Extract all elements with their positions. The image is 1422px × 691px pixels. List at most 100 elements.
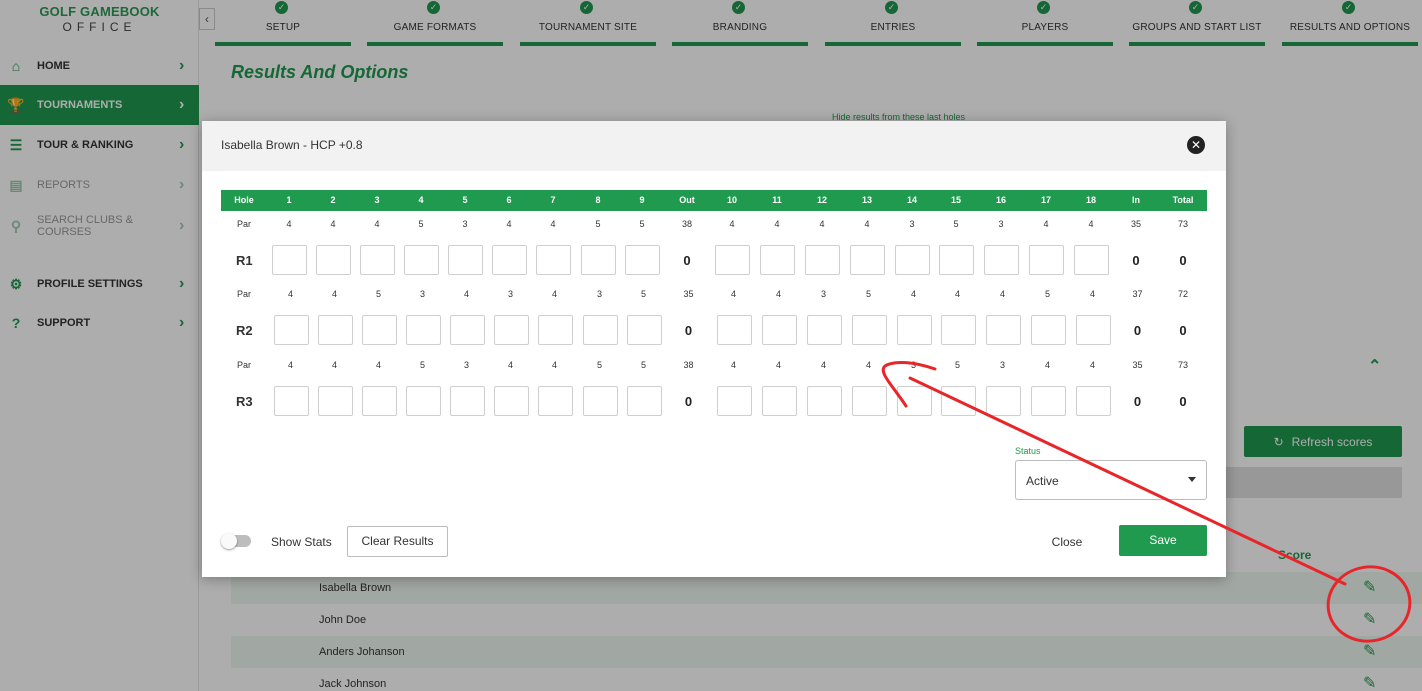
score-input-hole-13[interactable] bbox=[851, 386, 887, 416]
par-value: 4 bbox=[730, 360, 736, 370]
score-input-hole-10[interactable] bbox=[716, 315, 752, 345]
score-input-hole-9[interactable] bbox=[626, 386, 662, 416]
score-input-hole-5[interactable] bbox=[449, 386, 485, 416]
score-input-hole-18[interactable] bbox=[1074, 245, 1109, 275]
score-input-hole-11[interactable] bbox=[760, 245, 795, 275]
par-value: 73 bbox=[1177, 219, 1188, 229]
score-input-hole-10[interactable] bbox=[716, 386, 752, 416]
score-input-hole-3[interactable] bbox=[361, 315, 397, 345]
score-input-hole-3[interactable] bbox=[360, 245, 395, 275]
score-input-hole-12[interactable] bbox=[806, 386, 842, 416]
score-input-hole-16[interactable] bbox=[985, 386, 1021, 416]
score-input-hole-10[interactable] bbox=[715, 245, 750, 275]
score-input-hole-9[interactable] bbox=[626, 315, 662, 345]
clear-results-button[interactable]: Clear Results bbox=[347, 526, 448, 557]
status-value: Active bbox=[1026, 474, 1059, 488]
score-input-hole-8[interactable] bbox=[582, 386, 618, 416]
header-cell: Hole bbox=[234, 195, 254, 205]
par-value: 4 bbox=[550, 219, 556, 229]
par-value: 4 bbox=[1044, 360, 1050, 370]
header-cell: In bbox=[1132, 195, 1140, 205]
score-input-hole-16[interactable] bbox=[985, 315, 1021, 345]
header-cell: 18 bbox=[1085, 195, 1096, 205]
par-value: 4 bbox=[1043, 219, 1049, 229]
score-input-hole-4[interactable] bbox=[405, 386, 441, 416]
score-input-hole-11[interactable] bbox=[761, 386, 797, 416]
score-input-hole-17[interactable] bbox=[1030, 315, 1066, 345]
score-input-hole-8[interactable] bbox=[582, 315, 618, 345]
modal-title: Isabella Brown - HCP +0.8 bbox=[221, 138, 363, 152]
score-input-hole-7[interactable] bbox=[537, 315, 573, 345]
score-input-hole-8[interactable] bbox=[581, 245, 616, 275]
score-input-hole-16[interactable] bbox=[984, 245, 1019, 275]
par-value: 3 bbox=[596, 289, 602, 299]
close-button[interactable]: Close bbox=[1040, 535, 1094, 549]
par-value: 4 bbox=[865, 360, 871, 370]
header-cell: 4 bbox=[418, 195, 424, 205]
caret-down-icon bbox=[1188, 477, 1196, 482]
score-input-hole-14[interactable] bbox=[896, 315, 932, 345]
status-label: Status bbox=[1015, 446, 1041, 456]
par-value: 5 bbox=[1044, 289, 1050, 299]
save-button[interactable]: Save bbox=[1119, 525, 1207, 556]
header-cell: 7 bbox=[550, 195, 556, 205]
par-value: 73 bbox=[1177, 360, 1188, 370]
score-input-hole-18[interactable] bbox=[1075, 315, 1111, 345]
header-cell: 6 bbox=[506, 195, 512, 205]
score-input-hole-14[interactable] bbox=[896, 386, 932, 416]
score-input-hole-15[interactable] bbox=[939, 245, 974, 275]
par-value: 3 bbox=[909, 219, 915, 229]
header-cell: 14 bbox=[906, 195, 917, 205]
score-input-hole-3[interactable] bbox=[361, 386, 397, 416]
in-total: 0 bbox=[1133, 394, 1142, 409]
score-input-hole-18[interactable] bbox=[1075, 386, 1111, 416]
score-input-hole-6[interactable] bbox=[492, 245, 527, 275]
in-total: 0 bbox=[1132, 253, 1140, 268]
score-input-hole-17[interactable] bbox=[1030, 386, 1066, 416]
score-input-hole-5[interactable] bbox=[449, 315, 485, 345]
score-input-hole-15[interactable] bbox=[940, 386, 976, 416]
par-value: 5 bbox=[640, 289, 646, 299]
status-select[interactable]: Active bbox=[1015, 460, 1207, 500]
out-total: 0 bbox=[683, 253, 691, 268]
score-input-hole-15[interactable] bbox=[940, 315, 976, 345]
score-input-hole-6[interactable] bbox=[493, 386, 529, 416]
score-input-hole-9[interactable] bbox=[625, 245, 660, 275]
score-input-hole-1[interactable] bbox=[272, 245, 307, 275]
score-input-hole-14[interactable] bbox=[895, 245, 930, 275]
header-cell: 15 bbox=[950, 195, 961, 205]
score-input-hole-4[interactable] bbox=[405, 315, 441, 345]
score-input-hole-1[interactable] bbox=[273, 315, 309, 345]
par-value: 35 bbox=[1130, 219, 1141, 229]
par-value: 3 bbox=[462, 219, 468, 229]
score-input-hole-6[interactable] bbox=[493, 315, 529, 345]
score-input-hole-17[interactable] bbox=[1029, 245, 1064, 275]
score-input-hole-13[interactable] bbox=[850, 245, 885, 275]
score-input-hole-7[interactable] bbox=[537, 386, 573, 416]
par-value: 4 bbox=[1089, 360, 1095, 370]
header-cell: Total bbox=[1172, 195, 1194, 205]
score-input-hole-13[interactable] bbox=[851, 315, 887, 345]
par-value: 5 bbox=[418, 219, 424, 229]
score-input-hole-7[interactable] bbox=[536, 245, 571, 275]
score-input-hole-11[interactable] bbox=[761, 315, 797, 345]
header-cell: 16 bbox=[995, 195, 1006, 205]
show-stats-toggle[interactable] bbox=[221, 533, 251, 549]
score-input-hole-12[interactable] bbox=[806, 315, 842, 345]
par-value: 4 bbox=[286, 219, 292, 229]
par-value: 4 bbox=[910, 289, 916, 299]
close-icon[interactable]: ✕ bbox=[1187, 136, 1205, 154]
par-value: 5 bbox=[419, 360, 425, 370]
par-value: 5 bbox=[865, 289, 871, 299]
score-input-hole-2[interactable] bbox=[316, 245, 351, 275]
score-input-hole-12[interactable] bbox=[805, 245, 840, 275]
score-input-hole-2[interactable] bbox=[317, 315, 353, 345]
par-label: Par bbox=[236, 360, 251, 370]
score-input-hole-4[interactable] bbox=[404, 245, 439, 275]
score-input-hole-5[interactable] bbox=[448, 245, 483, 275]
score-input-hole-1[interactable] bbox=[273, 386, 309, 416]
score-input-hole-2[interactable] bbox=[317, 386, 353, 416]
header-cell: 13 bbox=[861, 195, 872, 205]
header-cell: 17 bbox=[1040, 195, 1051, 205]
header-cell: 9 bbox=[639, 195, 645, 205]
